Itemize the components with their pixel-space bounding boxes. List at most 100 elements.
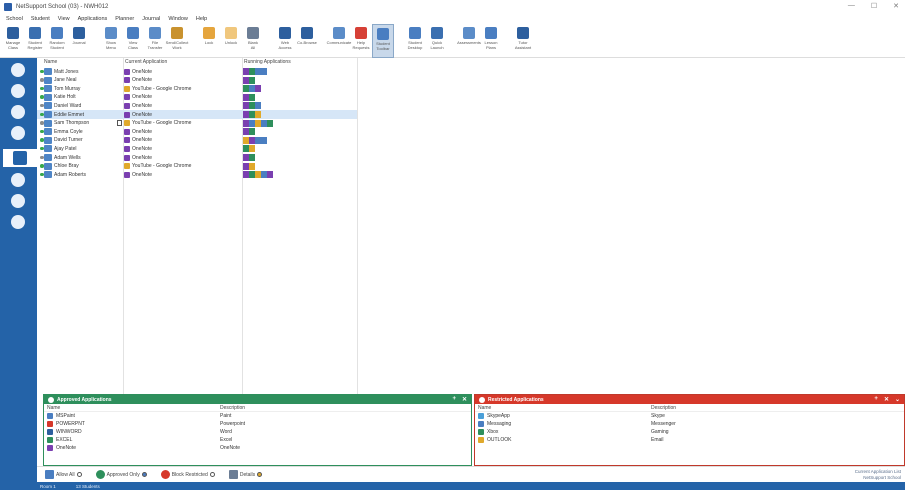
restricted-app-row[interactable]: OUTLOOK Email [475, 436, 904, 444]
sidebar-item-head-profile[interactable] [9, 103, 27, 121]
web-access-button[interactable]: Web Access [274, 24, 296, 58]
student-computer-icon [44, 171, 52, 179]
block-restricted-radio[interactable] [209, 472, 215, 477]
co-browse-button[interactable]: Co-Browse [296, 24, 318, 58]
column-header-current-application[interactable]: Current Application [125, 59, 167, 65]
menu-view[interactable]: View [58, 16, 70, 22]
send-collect-button[interactable]: Send/Collect Work [166, 24, 188, 58]
student-row[interactable]: Ajay Patel OneNote [37, 144, 357, 153]
student-row[interactable]: Emma Coyle OneNote [37, 127, 357, 136]
sidebar-item-grid[interactable] [9, 213, 27, 231]
approved-col-description[interactable]: Description [220, 405, 245, 411]
running-app-icon [267, 171, 273, 179]
student-name: Adam Roberts [54, 171, 86, 178]
remove-restricted-button[interactable]: ✕ [884, 396, 889, 403]
tutor-assistant-button[interactable]: Tutor Assistant [512, 24, 534, 58]
approved-app-row[interactable]: MSPaint Paint [44, 412, 471, 420]
sidebar-item-home[interactable] [9, 61, 27, 79]
restricted-app-row[interactable]: Xbox Gaming [475, 428, 904, 436]
menu-window[interactable]: Window [168, 16, 188, 22]
student-name: Katie Holt [54, 94, 76, 101]
column-header-running-applications[interactable]: Running Applications [244, 59, 291, 65]
lock-button[interactable]: Lock [198, 24, 220, 58]
random-student-button[interactable]: Random Student [46, 24, 68, 58]
approved-only-option[interactable]: Approved Only [95, 470, 147, 479]
allow-all-radio[interactable] [76, 472, 82, 477]
lesson-plans-button[interactable]: Lesson Plans [480, 24, 502, 58]
menu-student[interactable]: Student [31, 16, 50, 22]
running-applications [243, 119, 273, 127]
manage-class-button[interactable]: Manage Class [2, 24, 24, 58]
quick-launch-button[interactable]: Quick Launch [426, 24, 448, 58]
student-name: Daniel Ward [54, 102, 82, 109]
assessments-button[interactable]: Assessments [457, 24, 481, 58]
menu-applications[interactable]: Applications [78, 16, 108, 22]
student-row[interactable]: Adam Wells OneNote [37, 153, 357, 162]
restricted-col-description[interactable]: Description [651, 405, 676, 411]
student-row[interactable]: Chloe Bray YouTube - Google Chrome [37, 162, 357, 171]
current-application: YouTube - Google Chrome [132, 85, 192, 92]
student-row[interactable]: Tom Murray YouTube - Google Chrome [37, 84, 357, 93]
journal-icon [73, 27, 85, 39]
menu-journal[interactable]: Journal [142, 16, 160, 22]
student-name: Emma Coyle [54, 128, 83, 135]
close-button[interactable]: ✕ [893, 2, 899, 10]
add-approved-button[interactable]: + [452, 396, 456, 403]
approved-app-row[interactable]: POWERPNT Powerpoint [44, 420, 471, 428]
student-register-button[interactable]: Student Register [24, 24, 46, 58]
journal-button[interactable]: Journal [68, 24, 90, 58]
restricted-app-row[interactable]: Messaging Messenger [475, 420, 904, 428]
approved-only-radio[interactable] [141, 472, 147, 477]
application-icon [47, 429, 53, 435]
student-computer-icon [44, 68, 52, 75]
menu-school[interactable]: School [6, 16, 23, 22]
window-title: NetSupport School (03) - NWH012 [16, 4, 109, 10]
sidebar-item-printer[interactable] [9, 192, 27, 210]
student-row[interactable]: Jane Neal OneNote [37, 76, 357, 85]
approved-app-row[interactable]: EXCEL Excel [44, 436, 471, 444]
sidebar-item-clock[interactable] [9, 171, 27, 189]
student-row[interactable]: Eddie Emmet OneNote [37, 110, 357, 119]
details-toggle[interactable] [257, 472, 263, 477]
sidebar-item-applications[interactable] [3, 149, 37, 167]
allow-all-option[interactable]: Allow All [45, 470, 82, 479]
help-requests-button[interactable]: Help Requests [350, 24, 372, 58]
student-computer-icon [44, 102, 52, 110]
student-toolbar-button[interactable]: Student Toolbar [372, 24, 394, 58]
view-class-button[interactable]: View Class [122, 24, 144, 58]
show-menu-button[interactable]: Show Menu [100, 24, 122, 58]
details-option[interactable]: Details [228, 470, 263, 479]
maximize-button[interactable]: ☐ [871, 2, 877, 10]
add-restricted-button[interactable]: + [874, 396, 878, 403]
approved-col-name[interactable]: Name [47, 405, 60, 411]
file-transfer-button[interactable]: File Transfer [144, 24, 166, 58]
student-row[interactable]: Adam Roberts OneNote [37, 170, 357, 179]
block-restricted-option[interactable]: Block Restricted [160, 470, 215, 479]
menu-planner[interactable]: Planner [115, 16, 134, 22]
student-row[interactable]: Katie Holt OneNote [37, 93, 357, 102]
sidebar-item-monitor[interactable] [9, 82, 27, 100]
student-desktop-button[interactable]: Student Desktop [404, 24, 426, 58]
sidebar-item-globe[interactable] [9, 124, 27, 142]
restricted-app-row[interactable]: SkypeApp Skype [475, 412, 904, 420]
column-header-name[interactable]: Name [44, 59, 57, 65]
student-row[interactable]: Matt Jones OneNote [37, 67, 357, 76]
student-name: Ajay Patel [54, 145, 77, 152]
approved-app-row[interactable]: WINWORD Word [44, 428, 471, 436]
restricted-col-name[interactable]: Name [478, 405, 491, 411]
blank-all-button[interactable]: Blank All [242, 24, 264, 58]
remove-approved-button[interactable]: ✕ [462, 396, 467, 403]
student-row[interactable]: Daniel Ward OneNote [37, 101, 357, 110]
file-transfer-label: File Transfer [147, 40, 163, 50]
unlock-button[interactable]: Unlock [220, 24, 242, 58]
minimize-button[interactable]: — [848, 2, 855, 10]
communicate-button[interactable]: Communicate [327, 24, 351, 58]
collapse-restricted-button[interactable]: ⌄ [895, 396, 900, 403]
menu-help[interactable]: Help [196, 16, 207, 22]
running-applications [243, 162, 255, 170]
approved-app-row[interactable]: OneNote OneNote [44, 444, 471, 452]
student-name: Tom Murray [54, 85, 81, 92]
status-dot-icon [40, 129, 44, 134]
student-row[interactable]: David Turner OneNote [37, 136, 357, 145]
student-row[interactable]: Sam Thompson YouTube - Google Chrome [37, 119, 357, 128]
